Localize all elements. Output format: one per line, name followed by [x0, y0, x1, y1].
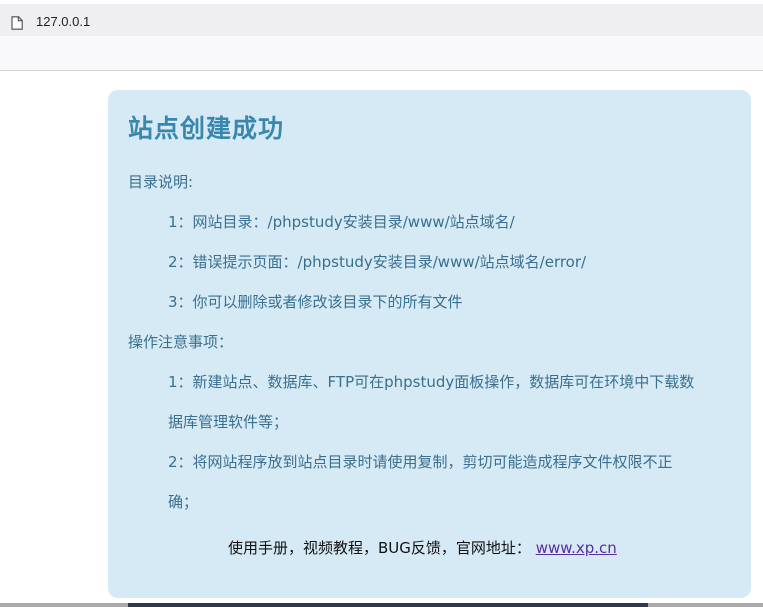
footer-text: 使用手册，视频教程，BUG反馈，官网地址： — [228, 539, 531, 557]
note-line: 1：新建站点、数据库、FTP可在phpstudy面板操作，数据库可在环境中下载数 — [168, 373, 695, 391]
url-text[interactable]: 127.0.0.1 — [36, 14, 90, 30]
note-line: 据库管理软件等； — [168, 413, 289, 431]
official-site-link[interactable]: www.xp.cn — [536, 539, 617, 557]
page-icon — [11, 15, 23, 30]
directory-item: 2：错误提示页面：/phpstudy安装目录/www/站点域名/error/ — [168, 253, 587, 271]
footer: 使用手册，视频教程，BUG反馈，官网地址： www.xp.cn — [228, 538, 617, 558]
address-bar[interactable]: 127.0.0.1 — [0, 4, 763, 36]
directory-heading: 目录说明: — [128, 173, 194, 191]
note-line: 确； — [168, 493, 199, 511]
directory-item: 3：你可以删除或者修改该目录下的所有文件 — [168, 293, 463, 311]
bottom-strip-dark — [128, 603, 648, 607]
browser-toolbar: 127.0.0.1 — [0, 0, 763, 71]
notes-heading: 操作注意事项： — [128, 333, 234, 351]
page-title: 站点创建成功 — [128, 114, 285, 143]
directory-item: 1：网站目录：/phpstudy安装目录/www/站点域名/ — [168, 213, 515, 231]
note-line: 2：将网站程序放到站点目录时请使用复制，剪切可能造成程序文件权限不正 — [168, 453, 673, 471]
